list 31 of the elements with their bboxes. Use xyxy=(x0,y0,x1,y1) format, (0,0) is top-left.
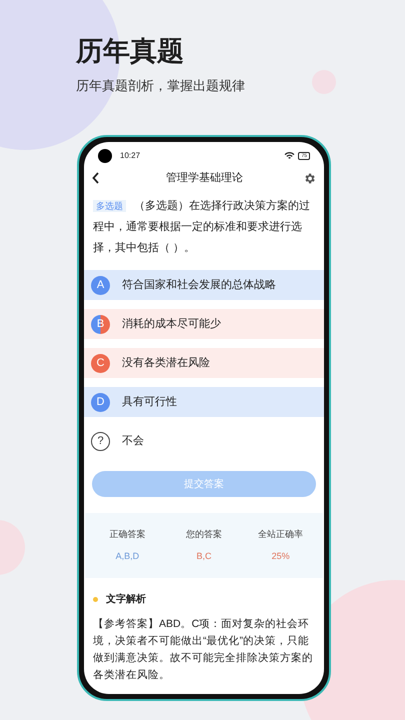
nav-title: 管理学基础理论 xyxy=(165,170,244,186)
camera-icon xyxy=(98,149,112,163)
option-row[interactable]: A 符合国家和社会发展的总体战略 xyxy=(84,270,324,300)
analysis-title: 文字解析 xyxy=(106,592,146,607)
analysis-text: 【参考答案】ABD。C项：面对复杂的社会环境，决策者不可能做出“最优化”的决策，只能做到满意决策。故不可能完全排除决策方案的各类潜在风险。 xyxy=(92,617,314,683)
question-text: 多选题 （多选题）在选择行政决策方案的过程中，通常要根据一定的标准和要求进行选择，其中包括（ ）。 xyxy=(92,198,311,256)
option-text: 具有可行性 xyxy=(122,394,177,410)
stat-label: 正确答案 xyxy=(109,528,146,540)
question-tag: 多选题 xyxy=(93,200,126,212)
option-text: 不会 xyxy=(122,434,144,449)
settings-icon[interactable] xyxy=(303,172,316,184)
stat-value: 25% xyxy=(272,550,290,563)
option-text: 没有各类潜在风险 xyxy=(122,356,210,371)
option-row[interactable]: C 没有各类潜在风险 xyxy=(84,348,324,378)
option-row[interactable]: D 具有可行性 xyxy=(84,387,324,417)
option-letter: C xyxy=(91,354,110,372)
option-letter: D xyxy=(91,392,110,412)
stat-value: B,C xyxy=(196,550,212,563)
page-title: 历年真题 xyxy=(76,35,184,68)
stat-value: A,B,D xyxy=(116,550,140,563)
status-time: 10:27 xyxy=(120,150,140,162)
stat-label: 您的答案 xyxy=(186,528,222,540)
option-letter: A xyxy=(91,276,110,294)
option-row[interactable]: ? 不会 xyxy=(84,426,324,456)
bullet-icon xyxy=(93,597,98,602)
stat-label: 全站正确率 xyxy=(258,528,304,540)
page-subtitle: 历年真题剖析，掌握出题规律 xyxy=(76,77,245,95)
option-text: 符合国家和社会发展的总体战略 xyxy=(122,278,276,293)
question-mark-icon: ? xyxy=(91,432,110,450)
option-text: 消耗的成本尽可能少 xyxy=(122,316,221,332)
wifi-icon xyxy=(284,152,296,160)
